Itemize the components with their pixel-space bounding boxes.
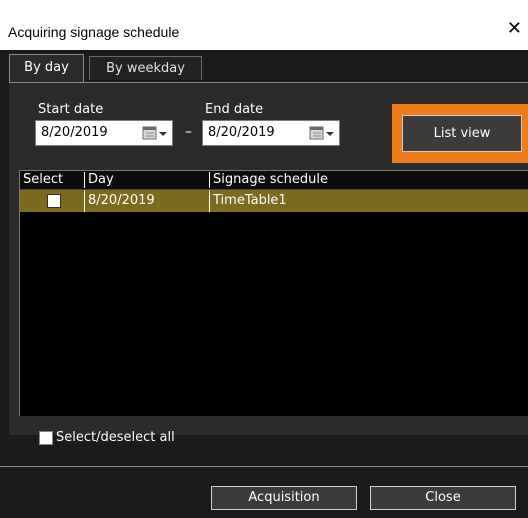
column-divider bbox=[84, 172, 85, 188]
select-all-checkbox[interactable] bbox=[39, 431, 53, 445]
title-bar: Acquiring signage schedule ✕ bbox=[0, 0, 528, 50]
tab-by-day[interactable]: By day bbox=[9, 54, 84, 84]
start-date-field[interactable]: 8/20/2019 bbox=[35, 120, 173, 146]
end-date-value: 8/20/2019 bbox=[208, 125, 275, 140]
close-button[interactable]: Close bbox=[370, 486, 516, 510]
calendar-dropdown-icon[interactable] bbox=[142, 125, 168, 141]
column-header-schedule: Signage schedule bbox=[213, 172, 328, 187]
column-divider bbox=[84, 190, 85, 212]
row-schedule: TimeTable1 bbox=[213, 193, 287, 208]
footer-divider bbox=[0, 466, 528, 467]
row-select-checkbox[interactable] bbox=[47, 194, 61, 208]
date-range-separator: – bbox=[185, 124, 192, 140]
list-view-button[interactable]: List view bbox=[402, 115, 522, 152]
end-date-label: End date bbox=[205, 102, 264, 117]
tab-by-weekday[interactable]: By weekday bbox=[89, 56, 202, 80]
end-date-field[interactable]: 8/20/2019 bbox=[202, 120, 340, 146]
list-view-highlight: List view bbox=[392, 104, 528, 163]
table-row[interactable]: 8/20/2019 TimeTable1 bbox=[20, 190, 528, 212]
close-icon[interactable]: ✕ bbox=[507, 18, 522, 39]
calendar-dropdown-icon[interactable] bbox=[309, 125, 335, 141]
start-date-value: 8/20/2019 bbox=[41, 125, 108, 140]
column-divider bbox=[209, 190, 210, 212]
tab-strip: By day By weekday bbox=[0, 50, 528, 84]
column-divider bbox=[209, 172, 210, 188]
start-date-label: Start date bbox=[38, 102, 104, 117]
column-header-select: Select bbox=[23, 172, 64, 187]
column-header-day: Day bbox=[88, 172, 114, 187]
schedule-table: Select Day Signage schedule 8/20/2019 Ti… bbox=[19, 170, 528, 416]
table-header: Select Day Signage schedule bbox=[20, 171, 528, 190]
row-day: 8/20/2019 bbox=[88, 193, 155, 208]
acquisition-button[interactable]: Acquisition bbox=[211, 486, 357, 510]
select-all-label: Select/deselect all bbox=[56, 430, 175, 445]
window-title: Acquiring signage schedule bbox=[8, 24, 180, 40]
